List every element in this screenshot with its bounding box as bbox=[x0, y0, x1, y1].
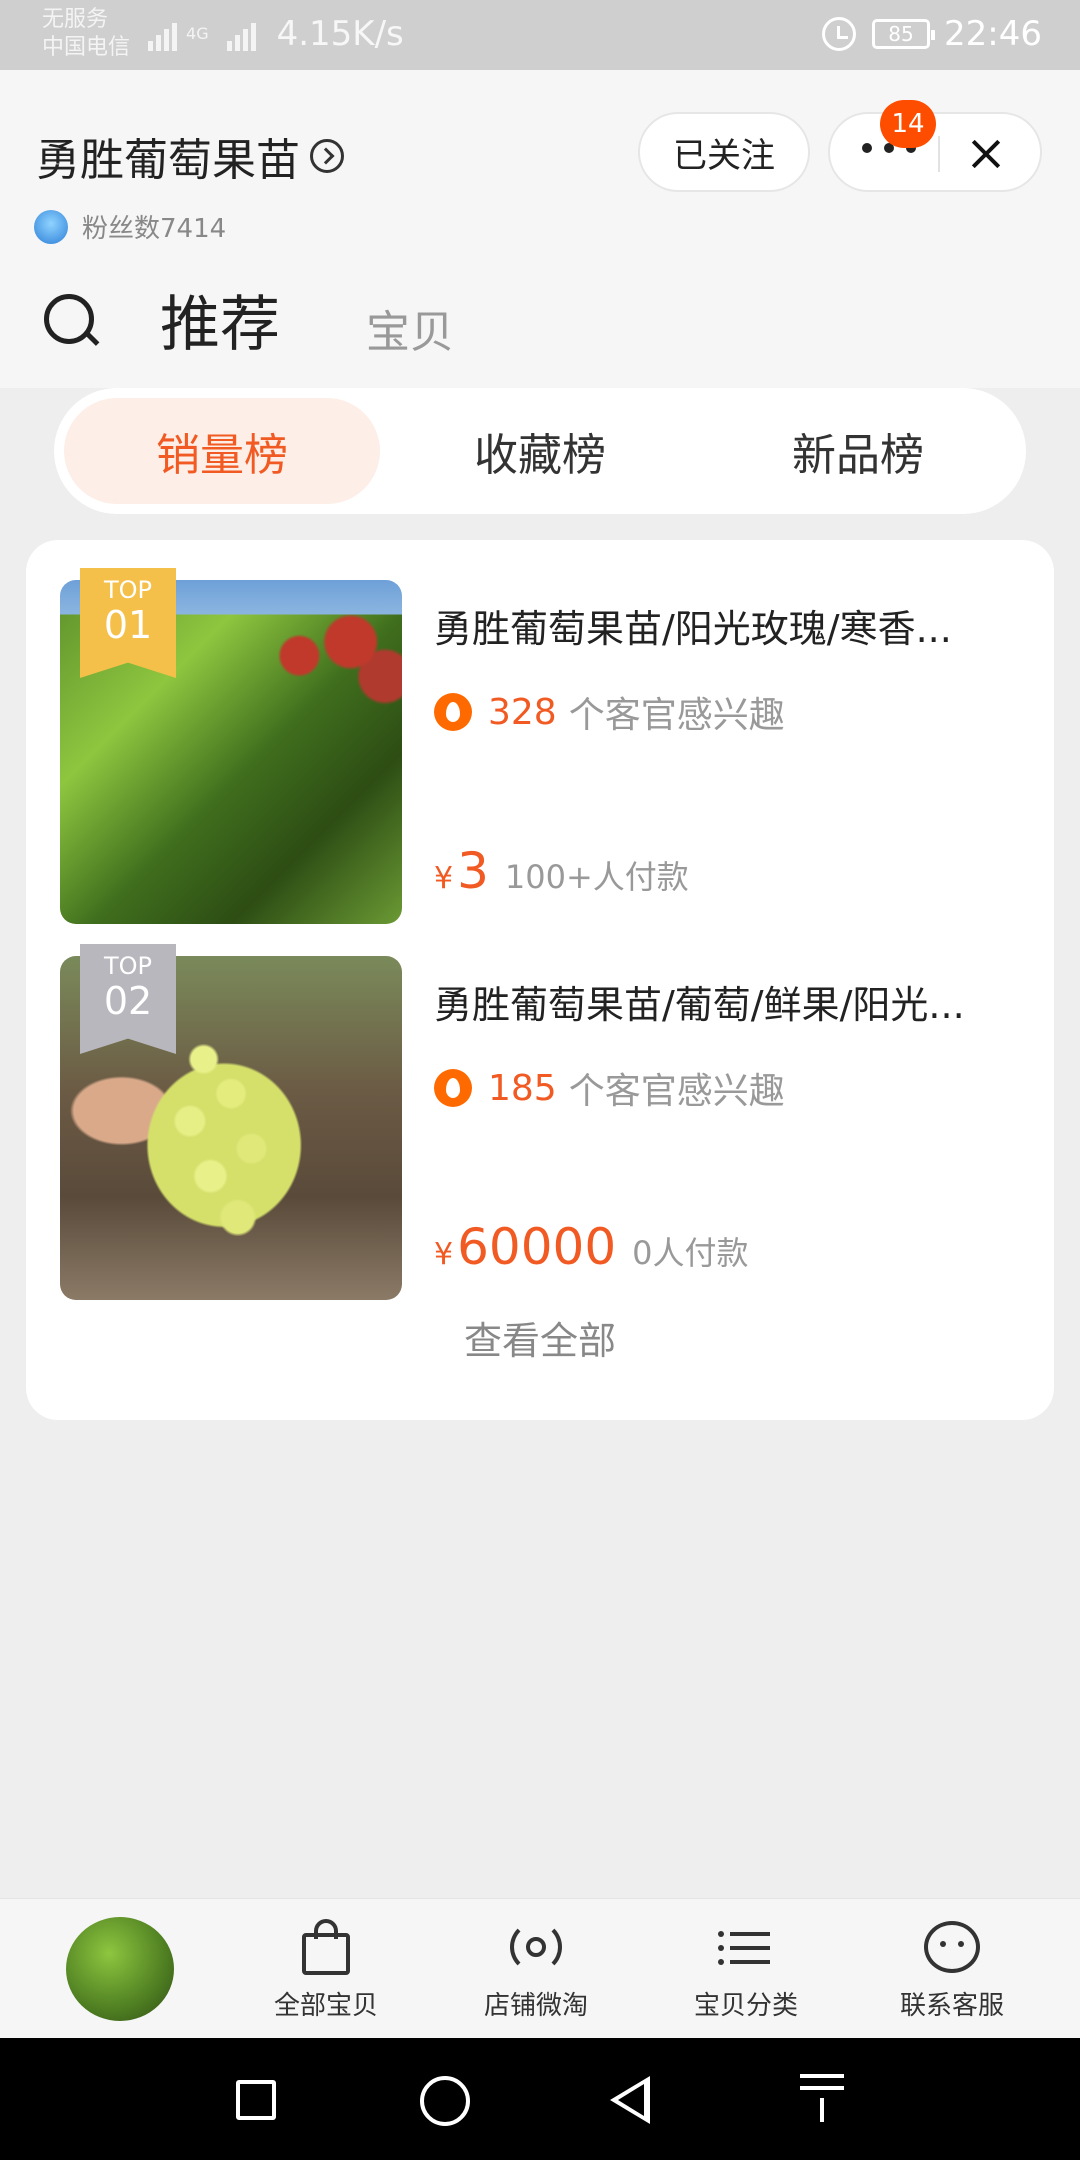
list-item[interactable]: TOP 02 勇胜葡萄果苗/葡萄/鲜果/阳光... 185 个客官感兴趣 ¥ 6… bbox=[60, 944, 1020, 1300]
ranking-card: TOP 01 勇胜葡萄果苗/阳光玫瑰/寒香... 328 个客官感兴趣 ¥ 3 … bbox=[26, 540, 1054, 1420]
store-header: 勇胜葡萄果苗 粉丝数7414 已关注 14 推荐 宝贝 bbox=[0, 70, 1080, 388]
price-row: ¥ 3 100+人付款 bbox=[434, 842, 689, 900]
list-icon bbox=[716, 1917, 776, 1977]
paid-count: 0人付款 bbox=[632, 1234, 749, 1272]
tab-categories[interactable]: 宝贝分类 bbox=[656, 1917, 836, 2027]
shopping-bag-icon bbox=[296, 1917, 356, 1977]
clock: 22:46 bbox=[944, 14, 1042, 54]
tab-label: 联系客服 bbox=[899, 1991, 1004, 2021]
system-nav-bar bbox=[0, 2038, 1080, 2160]
store-title[interactable]: 勇胜葡萄果苗 bbox=[36, 124, 344, 188]
tab-all-products[interactable]: 全部宝贝 bbox=[236, 1917, 416, 2027]
network-type: 4G bbox=[186, 24, 209, 43]
rank-top: TOP bbox=[103, 576, 153, 604]
notification-badge: 14 bbox=[880, 100, 936, 148]
product-title[interactable]: 勇胜葡萄果苗/葡萄/鲜果/阳光... bbox=[434, 974, 1014, 1029]
home-icon[interactable] bbox=[420, 2076, 470, 2126]
close-icon[interactable] bbox=[966, 134, 1006, 174]
status-bar: 无服务 中国电信 4G 4.15K/s 85 22:46 bbox=[0, 0, 1080, 70]
store-name: 勇胜葡萄果苗 bbox=[36, 135, 300, 186]
price: 3 bbox=[457, 842, 489, 900]
tab-shop-feed[interactable]: 店铺微淘 bbox=[446, 1917, 626, 2027]
tab-sales-ranking[interactable]: 销量榜 bbox=[64, 398, 380, 504]
alarm-icon bbox=[822, 17, 857, 51]
price: 60000 bbox=[457, 1218, 617, 1276]
rank-number: 01 bbox=[103, 603, 153, 647]
tab-recommend[interactable]: 推荐 bbox=[160, 276, 280, 363]
interest-count: 328 bbox=[488, 691, 557, 733]
tab-favorites-ranking[interactable]: 收藏榜 bbox=[382, 398, 698, 504]
status-left: 无服务 中国电信 4G 4.15K/s bbox=[42, 6, 404, 62]
list-item[interactable]: TOP 01 勇胜葡萄果苗/阳光玫瑰/寒香... 328 个客官感兴趣 ¥ 3 … bbox=[60, 568, 1020, 924]
rank-tag: TOP 02 bbox=[80, 944, 176, 1054]
rank-tag: TOP 01 bbox=[80, 568, 176, 678]
carrier-info: 无服务 中国电信 bbox=[42, 6, 130, 62]
view-all-link[interactable]: 查看全部 bbox=[26, 1310, 1054, 1365]
currency-symbol: ¥ bbox=[434, 1237, 454, 1272]
tab-label: 宝贝分类 bbox=[693, 1991, 798, 2021]
capsule-divider bbox=[938, 136, 940, 172]
carrier-line1: 无服务 bbox=[42, 7, 109, 32]
follow-button[interactable]: 已关注 bbox=[638, 112, 810, 192]
chat-face-icon bbox=[922, 1917, 982, 1977]
battery-icon: 85 bbox=[872, 19, 936, 49]
fans-label: 粉丝数7414 bbox=[82, 214, 227, 244]
search-icon[interactable] bbox=[44, 294, 100, 350]
chevron-right-circle-icon bbox=[310, 139, 344, 173]
recent-apps-icon[interactable] bbox=[236, 2080, 276, 2120]
fire-icon bbox=[434, 693, 472, 731]
rank-top: TOP bbox=[103, 952, 153, 980]
fire-icon bbox=[434, 1069, 472, 1107]
status-right: 85 22:46 bbox=[822, 14, 1042, 54]
interest-row: 328 个客官感兴趣 bbox=[434, 686, 785, 738]
interest-row: 185 个客官感兴趣 bbox=[434, 1062, 785, 1114]
tab-label: 店铺微淘 bbox=[483, 1991, 588, 2021]
interest-count: 185 bbox=[488, 1067, 557, 1109]
broadcast-icon bbox=[506, 1917, 566, 1977]
notification-pulldown-icon[interactable] bbox=[800, 2074, 844, 2126]
fans-count: 粉丝数7414 bbox=[34, 208, 226, 245]
paid-count: 100+人付款 bbox=[504, 858, 689, 896]
signal-icon-2 bbox=[226, 17, 259, 51]
signal-icon bbox=[148, 17, 180, 51]
currency-symbol: ¥ bbox=[434, 861, 454, 896]
rank-number: 02 bbox=[103, 979, 153, 1023]
tab-products[interactable]: 宝贝 bbox=[366, 296, 454, 360]
tab-label: 全部宝贝 bbox=[273, 1991, 378, 2021]
interest-label: 个客官感兴趣 bbox=[568, 1071, 785, 1112]
tab-customer-service[interactable]: 联系客服 bbox=[862, 1917, 1042, 2027]
shop-avatar[interactable] bbox=[66, 1917, 174, 2021]
product-title[interactable]: 勇胜葡萄果苗/阳光玫瑰/寒香... bbox=[434, 598, 1014, 653]
tab-new-ranking[interactable]: 新品榜 bbox=[700, 398, 1016, 504]
carrier-line2: 中国电信 bbox=[42, 35, 131, 60]
crown-icon bbox=[34, 209, 68, 244]
net-speed: 4.15K/s bbox=[276, 14, 404, 54]
bottom-tab-bar: 全部宝贝 店铺微淘 宝贝分类 联系客服 bbox=[0, 1898, 1080, 2038]
back-icon-inner bbox=[618, 2084, 644, 2116]
price-row: ¥ 60000 0人付款 bbox=[434, 1218, 749, 1276]
ranking-tabs: 销量榜 收藏榜 新品榜 bbox=[54, 388, 1026, 514]
interest-label: 个客官感兴趣 bbox=[568, 695, 785, 736]
